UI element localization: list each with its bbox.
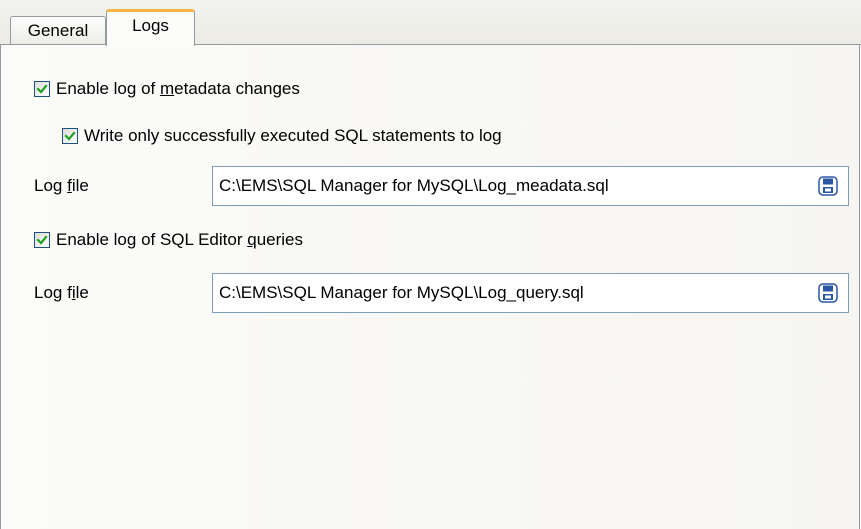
enable-query-log-label: Enable log of SQL Editor queries — [56, 230, 303, 249]
query-log-save-button[interactable] — [817, 282, 839, 304]
query-log-file-label: Log file — [34, 283, 89, 302]
tab-logs[interactable]: Logs — [106, 9, 195, 46]
check-mark-icon — [36, 84, 48, 94]
metadata-log-file-path[interactable]: C:\EMS\SQL Manager for MySQL\Log_meadata… — [213, 176, 817, 196]
floppy-disk-icon — [818, 176, 838, 196]
check-mark-icon — [64, 131, 76, 141]
checkbox-box[interactable] — [34, 232, 50, 248]
enable-metadata-log-label: Enable log of metadata changes — [56, 79, 300, 98]
tab-strip: General Logs — [0, 0, 861, 46]
checkbox-box[interactable] — [34, 81, 50, 97]
only-successful-statements-label: Write only successfully executed SQL sta… — [84, 126, 502, 145]
metadata-log-file-label: Log file — [34, 176, 89, 195]
tab-general[interactable]: General — [10, 16, 106, 45]
checkbox-box[interactable] — [62, 128, 78, 144]
check-mark-icon — [36, 235, 48, 245]
enable-metadata-log-checkbox[interactable]: Enable log of metadata changes — [34, 79, 300, 99]
logs-panel: Enable log of metadata changes Write onl… — [0, 45, 860, 529]
tab-logs-label: Logs — [132, 16, 169, 35]
enable-query-log-checkbox[interactable]: Enable log of SQL Editor queries — [34, 230, 303, 250]
query-log-file-path[interactable]: C:\EMS\SQL Manager for MySQL\Log_query.s… — [213, 283, 817, 303]
floppy-disk-icon — [818, 283, 838, 303]
query-log-file-input[interactable]: C:\EMS\SQL Manager for MySQL\Log_query.s… — [212, 273, 849, 313]
metadata-log-file-input[interactable]: C:\EMS\SQL Manager for MySQL\Log_meadata… — [212, 166, 849, 206]
options-window: General Logs Enable log of metadata chan… — [0, 0, 861, 529]
only-successful-statements-checkbox[interactable]: Write only successfully executed SQL sta… — [62, 126, 502, 146]
metadata-log-save-button[interactable] — [817, 175, 839, 197]
tab-general-label: General — [27, 21, 89, 40]
